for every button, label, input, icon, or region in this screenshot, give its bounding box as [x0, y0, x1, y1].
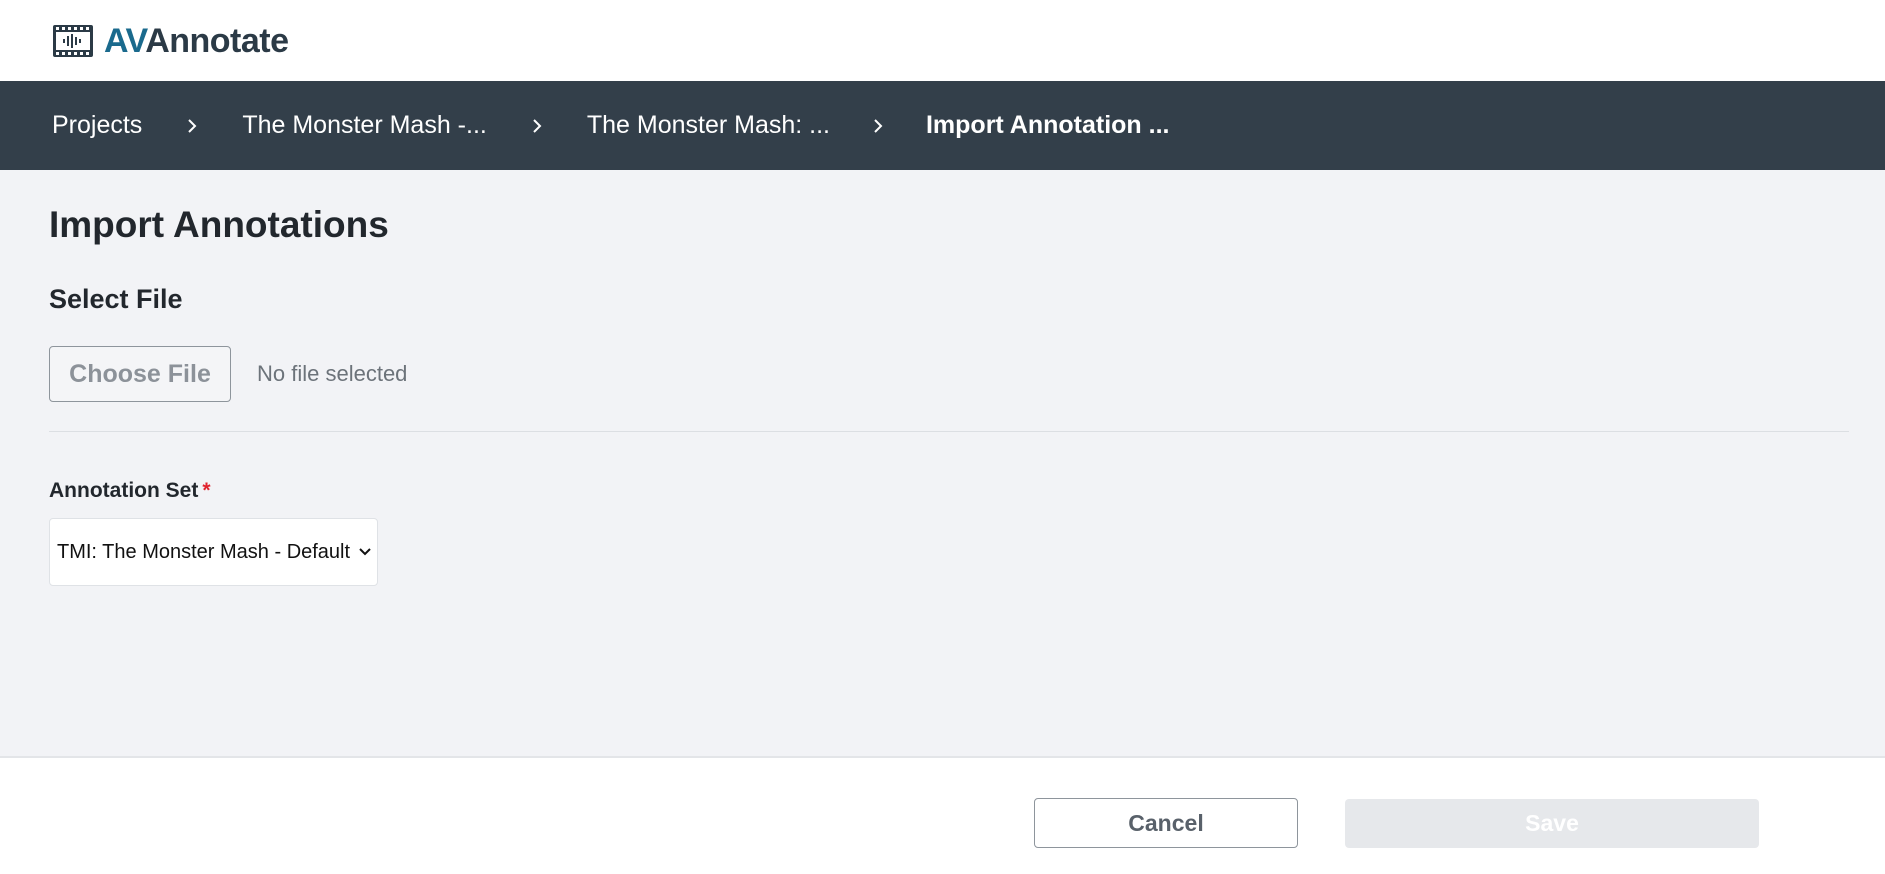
- chevron-right-icon: [830, 117, 926, 135]
- app-name-prefix: AV: [104, 21, 146, 60]
- file-picker: Choose File No file selected: [49, 346, 407, 402]
- section-title-select-file: Select File: [49, 284, 183, 314]
- required-marker: *: [202, 479, 211, 502]
- app-name-suffix: Annotate: [145, 21, 289, 60]
- app-name: AVAnnotate: [104, 24, 289, 58]
- breadcrumb-projects[interactable]: Projects: [52, 111, 142, 140]
- breadcrumb-project[interactable]: The Monster Mash -...: [242, 111, 487, 140]
- file-status: No file selected: [257, 361, 408, 386]
- save-button[interactable]: Save: [1345, 799, 1759, 848]
- top-bar: AVAnnotate: [0, 0, 1885, 81]
- annotation-set-label-text: Annotation Set: [49, 479, 199, 502]
- main-content: Import Annotations Select File Choose Fi…: [0, 170, 1885, 758]
- chevron-right-icon: [487, 117, 587, 135]
- annotation-set-select[interactable]: TMI: The Monster Mash - Default: [49, 518, 378, 586]
- chevron-right-icon: [142, 117, 242, 135]
- breadcrumb-item[interactable]: The Monster Mash: ...: [587, 111, 830, 140]
- breadcrumb: Projects The Monster Mash -... The Monst…: [0, 81, 1885, 170]
- divider: [49, 431, 1849, 432]
- form-footer: Cancel Save: [0, 760, 1885, 874]
- page-title: Import Annotations: [49, 204, 389, 245]
- breadcrumb-current: Import Annotation ...: [925, 111, 1170, 139]
- annotation-set-selected-value: TMI: The Monster Mash - Default: [57, 540, 351, 563]
- film-waveform-icon: [53, 24, 93, 57]
- annotation-set-label: Annotation Set *: [49, 479, 211, 503]
- cancel-button[interactable]: Cancel: [1034, 798, 1298, 848]
- chevron-down-icon: [359, 548, 371, 556]
- choose-file-button[interactable]: Choose File: [49, 346, 231, 402]
- app-logo[interactable]: AVAnnotate: [52, 24, 289, 58]
